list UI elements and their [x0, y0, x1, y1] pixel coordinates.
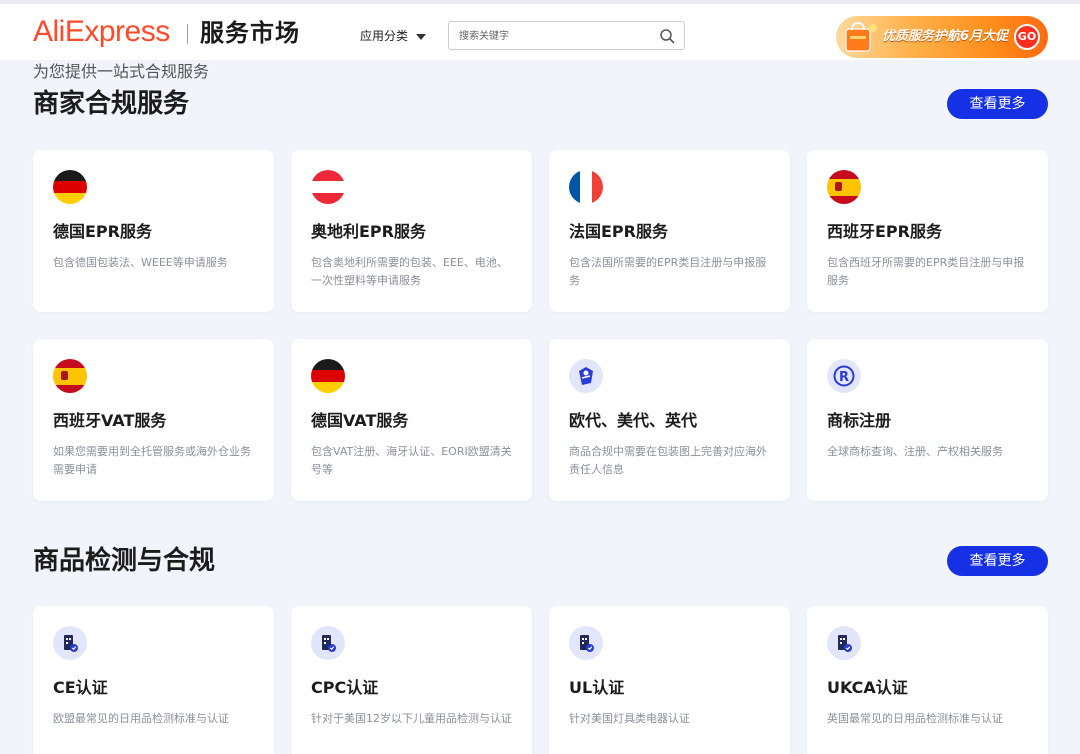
promo-banner[interactable]: 优质服务护航6月大促 GO: [836, 16, 1048, 58]
certification-icon: [827, 626, 861, 660]
top-navigation-bar: AliExpress 服务市场 应用分类 优质服务护航6月大促 GO: [0, 0, 1080, 60]
view-more-button[interactable]: 查看更多: [947, 546, 1048, 576]
category-dropdown-label: 应用分类: [360, 29, 409, 43]
trademark-icon: R: [827, 359, 861, 393]
shopping-bag-icon: [845, 21, 877, 52]
service-card[interactable]: 欧代、美代、英代 商品合规中需要在包装图上完善对应海外责任人信息: [549, 339, 790, 501]
card-description: 如果您需要用到全托管服务或海外仓业务需要申请: [53, 445, 251, 476]
card-description: 针对于美国12岁以下儿童用品检测与认证: [311, 712, 512, 725]
aliexpress-logo[interactable]: AliExpress: [33, 16, 170, 48]
service-card[interactable]: 德国EPR服务 包含德国包装法、WEEE等申请服务: [33, 150, 274, 312]
card-description: 针对美国灯具类电器认证: [569, 712, 690, 725]
card-title: 西班牙VAT服务: [53, 411, 167, 430]
france-flag-icon: [569, 170, 603, 204]
certification-icon: [53, 626, 87, 660]
card-description: 包含西班牙所需要的EPR类目注册与申报服务: [827, 256, 1025, 287]
card-title: 德国VAT服务: [311, 411, 409, 430]
spain-flag-icon: [827, 170, 861, 204]
search-icon[interactable]: [659, 28, 675, 44]
svg-text:R: R: [839, 370, 849, 385]
service-card[interactable]: 法国EPR服务 包含法国所需要的EPR类目注册与申报服务: [549, 150, 790, 312]
card-description: 商品合规中需要在包装图上完善对应海外责任人信息: [569, 445, 767, 476]
card-title: 法国EPR服务: [569, 222, 668, 241]
promo-go-button[interactable]: GO: [1014, 24, 1040, 50]
logo-divider: [187, 24, 188, 44]
section-title-product-testing: 商品检测与合规: [33, 546, 216, 576]
service-card[interactable]: UL认证 针对美国灯具类电器认证: [549, 606, 790, 754]
card-description: 包含法国所需要的EPR类目注册与申报服务: [569, 256, 767, 287]
card-title: 欧代、美代、英代: [569, 411, 698, 430]
card-description: 包含VAT注册、海牙认证、EORI欧盟清关号等: [311, 445, 512, 476]
view-more-button[interactable]: 查看更多: [947, 89, 1048, 119]
card-title: 商标注册: [827, 411, 892, 430]
promo-text: 优质服务护航6月大促: [882, 29, 1009, 44]
search-box: [448, 21, 685, 50]
service-card[interactable]: CE认证 欧盟最常见的日用品检测标准与认证: [33, 606, 274, 754]
card-title: 西班牙EPR服务: [827, 222, 942, 241]
section-title-merchant-compliance: 商家合规服务: [33, 89, 190, 119]
austria-flag-icon: [311, 170, 345, 204]
card-title: 德国EPR服务: [53, 222, 152, 241]
germany-flag-icon: [311, 359, 345, 393]
service-card[interactable]: R 商标注册 全球商标查询、注册、产权相关服务: [807, 339, 1048, 501]
service-card[interactable]: 奥地利EPR服务 包含奥地利所需要的包装、EEE、电池、一次性塑料等申请服务: [291, 150, 532, 312]
card-title: CE认证: [53, 678, 108, 697]
spain-flag-icon: [53, 359, 87, 393]
card-description: 欧盟最常见的日用品检测标准与认证: [53, 712, 229, 725]
card-description: 包含奥地利所需要的包装、EEE、电池、一次性塑料等申请服务: [311, 256, 508, 287]
certification-icon: [569, 626, 603, 660]
chevron-down-icon: [416, 33, 427, 40]
service-card[interactable]: UKCA认证 英国最常见的日用品检测标准与认证: [807, 606, 1048, 754]
service-card[interactable]: 西班牙EPR服务 包含西班牙所需要的EPR类目注册与申报服务: [807, 150, 1048, 312]
page-subtitle: 为您提供一站式合规服务: [33, 62, 210, 81]
service-card[interactable]: CPC认证 针对于美国12岁以下儿童用品检测与认证: [291, 606, 532, 754]
search-input[interactable]: [459, 27, 649, 45]
card-description: 英国最常见的日用品检测标准与认证: [827, 712, 1003, 725]
card-description: 全球商标查询、注册、产权相关服务: [827, 445, 1003, 458]
card-title: UL认证: [569, 678, 625, 697]
service-market-logo-text[interactable]: 服务市场: [200, 18, 300, 48]
service-card[interactable]: 德国VAT服务 包含VAT注册、海牙认证、EORI欧盟清关号等: [291, 339, 532, 501]
card-title: CPC认证: [311, 678, 379, 697]
card-title: UKCA认证: [827, 678, 908, 697]
germany-flag-icon: [53, 170, 87, 204]
service-card[interactable]: 西班牙VAT服务 如果您需要用到全托管服务或海外仓业务需要申请: [33, 339, 274, 501]
card-title: 奥地利EPR服务: [311, 222, 426, 241]
representative-icon: [569, 359, 603, 393]
certification-icon: [311, 626, 345, 660]
card-description: 包含德国包装法、WEEE等申请服务: [53, 256, 228, 269]
category-dropdown[interactable]: 应用分类: [360, 28, 427, 44]
